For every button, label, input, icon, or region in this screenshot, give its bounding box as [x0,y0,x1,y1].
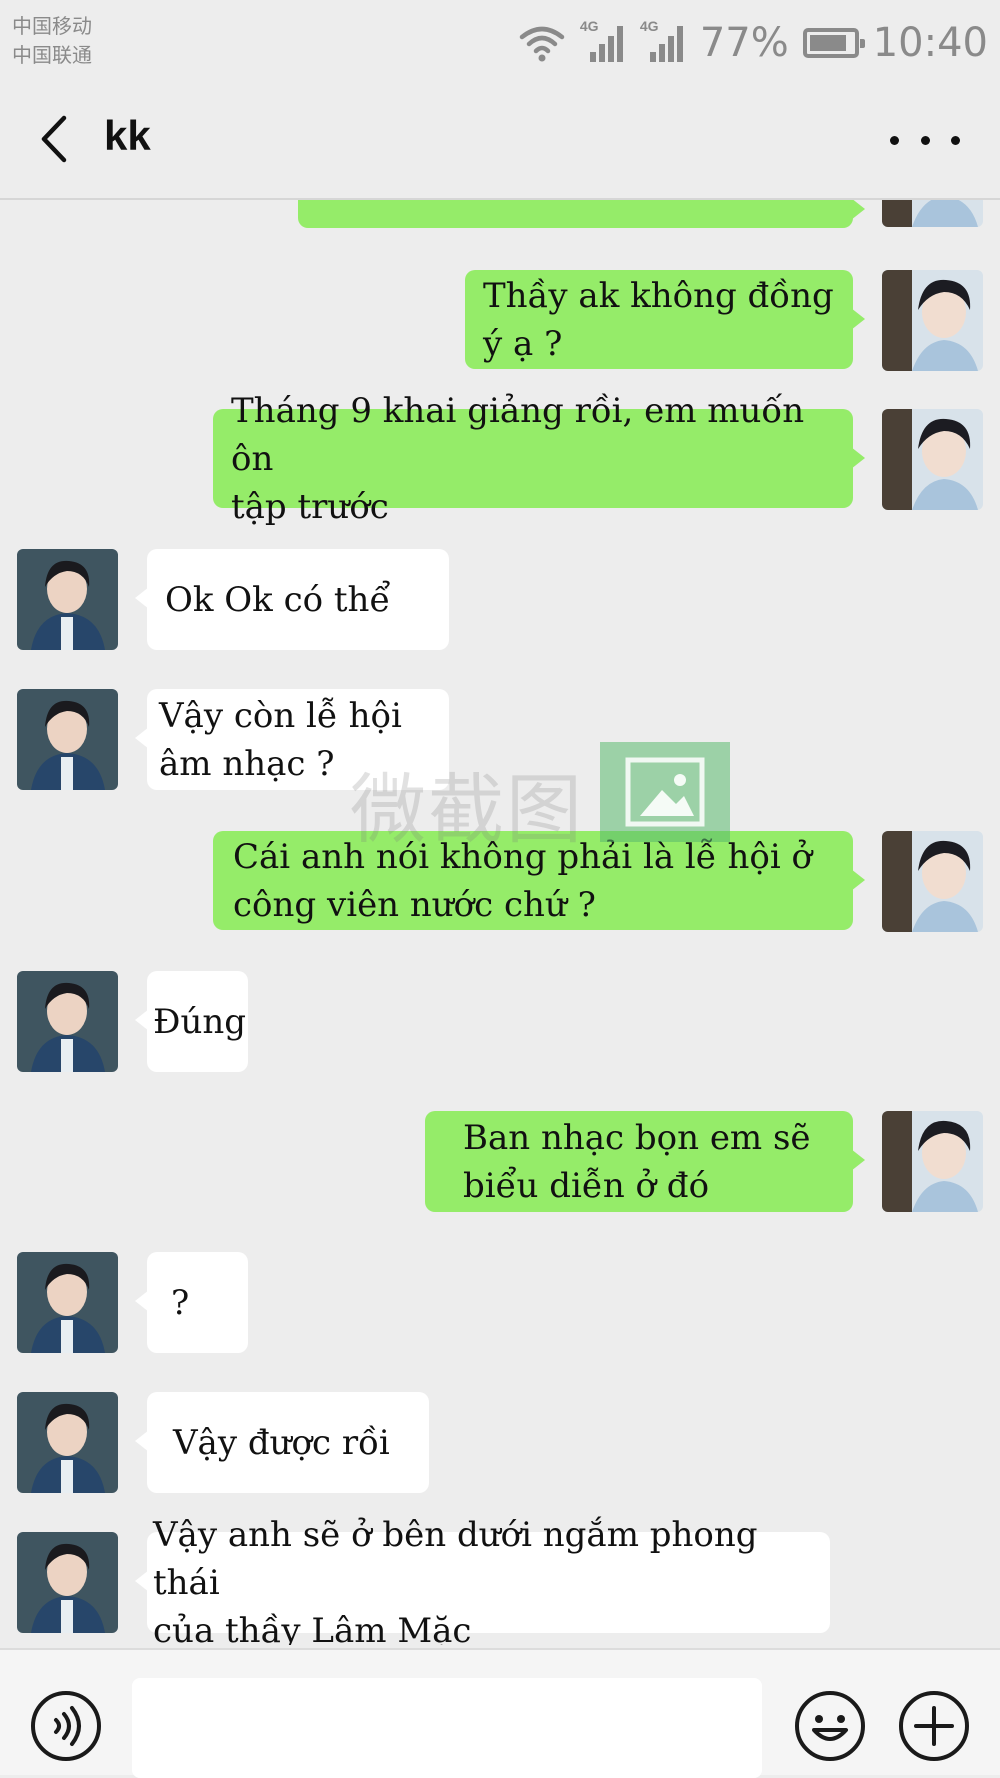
more-functions-button[interactable] [898,1690,970,1762]
voice-button[interactable] [30,1690,102,1762]
message-text: Ban nhạc bọn em sẽ [463,1117,811,1158]
chat-header: kk [0,80,1000,200]
status-icons: 4G 4G 77% 10:40 [518,18,988,68]
avatar-image [17,1392,118,1493]
back-button[interactable] [36,114,76,164]
message-text: Ok Ok có thể [165,579,391,620]
more-options-button[interactable] [890,120,960,160]
chevron-left-icon [41,115,67,163]
message-bubble-sent[interactable]: Ban nhạc bọn em sẽ biểu diễn ở đó [425,1111,865,1212]
signal-2-icon: 4G [640,18,686,64]
avatar-image [882,1111,983,1212]
message-text: ý ạ ? [483,323,563,364]
message-input[interactable] [132,1678,762,1778]
battery-icon [802,28,865,58]
voice-icon [31,1691,101,1761]
contact-avatar[interactable] [17,1532,118,1633]
more-dot-icon [890,135,899,145]
message-bubble-sent[interactable]: Cái anh nói không phải là lễ hội ở công … [213,831,865,930]
message-bubble-received[interactable]: Vậy anh sẽ ở bên dưới ngắm phong thái củ… [135,1515,830,1645]
status-bar: 中国移动 中国联通 4G 4G 77% 10:40 [0,0,1000,80]
message-text: âm nhạc ? [159,743,335,784]
network-type-2: 4G [639,18,659,34]
my-avatar[interactable] [882,270,983,371]
emoji-icon [795,1691,865,1761]
avatar-image [17,1252,118,1353]
message-bubble-received[interactable]: Đúng [135,971,248,1072]
message-text: Cái anh nói không phải là lễ hội ở [233,836,813,877]
avatar-image [17,549,118,650]
message-text: Đúng [153,1001,247,1042]
message-text: Tháng 9 khai giảng rồi, em muốn ôn [231,390,805,479]
more-dot-icon [920,135,930,145]
contact-avatar[interactable] [17,689,118,790]
contact-avatar[interactable] [17,971,118,1072]
clock: 10:40 [872,20,988,66]
input-bar [0,1648,1000,1778]
message-text: Vậy được rồi [173,1422,390,1463]
carrier-1: 中国移动 [12,14,92,38]
message-bubble-received[interactable]: Ok Ok có thể [135,549,449,650]
message-text: công viên nước chứ ? [233,884,596,925]
battery-percent: 77% [699,20,789,66]
avatar-image [17,1532,118,1633]
avatar-image [17,689,118,790]
emoji-button[interactable] [794,1690,866,1762]
message-text: biểu diễn ở đó [463,1165,710,1206]
contact-name: kk [104,112,151,159]
signal-1-icon: 4G [580,18,626,64]
message-text: Vậy anh sẽ ở bên dưới ngắm phong thái [153,1514,758,1603]
network-type-1: 4G [579,18,599,34]
message-text: Thầy ak không đồng [483,275,834,316]
contact-avatar[interactable] [17,1392,118,1493]
my-avatar[interactable] [882,409,983,510]
message-bubble-sent[interactable]: Thầy ak không đồng ý ạ ? [465,270,865,369]
message-bubble-sent[interactable]: Tháng 9 khai giảng rồi, em muốn ôn tập t… [213,391,865,527]
contact-avatar[interactable] [17,1252,118,1353]
more-dot-icon [951,135,960,145]
message-text: Vậy còn lễ hội [159,695,402,736]
message-list[interactable]: Thầy ak không đồng ý ạ ? Tháng 9 khai gi… [0,200,1000,1645]
message-bubble-received[interactable]: Vậy còn lễ hội âm nhạc ? [135,689,449,790]
carrier-info: 中国移动 中国联通 [12,12,92,70]
message-text: của thầy Lâm Mặc [153,1610,472,1646]
contact-avatar[interactable] [17,549,118,650]
wifi-icon [519,26,565,62]
message-bubble-received[interactable]: ? [135,1252,248,1353]
avatar-image [17,971,118,1072]
message-text: ? [171,1282,190,1323]
avatar-image [882,200,983,227]
avatar-image [882,831,983,932]
avatar-image [882,409,983,510]
message-text: tập trước [231,486,389,527]
my-avatar[interactable] [882,1111,983,1212]
plus-icon [899,1691,969,1761]
avatar-image [882,270,983,371]
my-avatar[interactable] [882,200,983,227]
message-bubble-received[interactable]: Vậy được rồi [135,1392,429,1493]
carrier-2: 中国联通 [12,43,92,67]
message-bubble-sent[interactable] [298,200,865,228]
my-avatar[interactable] [882,831,983,932]
